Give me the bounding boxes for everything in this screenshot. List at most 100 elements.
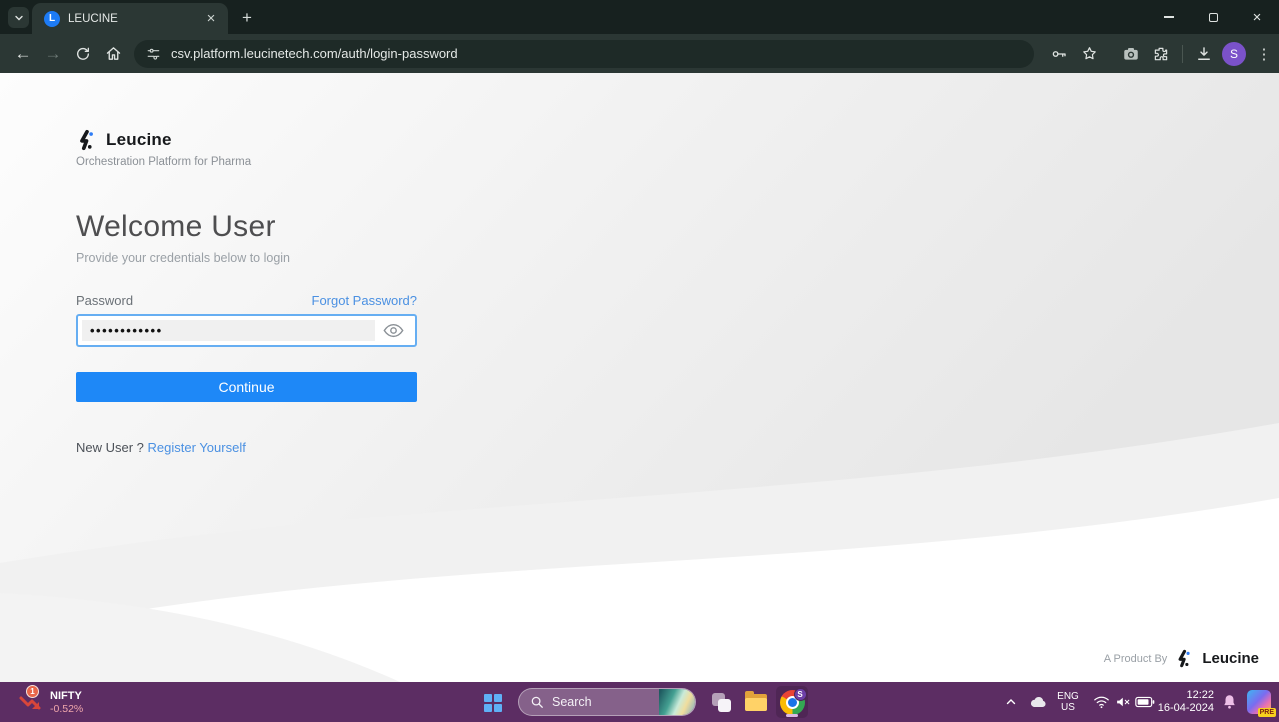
- home-icon: [105, 45, 122, 62]
- tab-close-icon[interactable]: ×: [202, 10, 220, 28]
- forward-arrow-icon: →: [45, 44, 62, 64]
- chrome-icon: S: [780, 690, 805, 715]
- password-label-row: Password Forgot Password?: [76, 293, 417, 308]
- register-link[interactable]: Register Yourself: [148, 440, 246, 455]
- chevron-up-icon: [1005, 696, 1017, 708]
- browser-tab-leucine[interactable]: L LEUCINE ×: [32, 3, 228, 34]
- wifi-tray-button[interactable]: [1090, 682, 1112, 722]
- bookmark-button[interactable]: [1074, 39, 1104, 69]
- footer-brand-name: Leucine: [1202, 650, 1259, 667]
- back-button[interactable]: ←: [8, 39, 38, 69]
- brand-name: Leucine: [106, 130, 172, 150]
- folder-icon: [745, 694, 767, 711]
- tray-time: 12:22: [1186, 689, 1214, 702]
- footer-prefix: A Product By: [1104, 653, 1168, 665]
- forgot-password-link[interactable]: Forgot Password?: [312, 293, 418, 308]
- window-minimize-button[interactable]: [1147, 0, 1191, 34]
- speaker-muted-icon: [1115, 695, 1132, 709]
- forward-button[interactable]: →: [38, 39, 68, 69]
- continue-button[interactable]: Continue: [76, 372, 417, 402]
- search-highlight-image: [659, 689, 695, 715]
- password-masked-value: ••••••••••••: [90, 324, 163, 337]
- puzzle-icon: [1152, 45, 1170, 63]
- page-title: Welcome User: [76, 210, 417, 244]
- downloads-button[interactable]: [1189, 39, 1219, 69]
- password-visibility-toggle[interactable]: [375, 323, 411, 338]
- profile-avatar: S: [1222, 42, 1246, 66]
- key-icon: [1050, 45, 1068, 63]
- chevron-down-icon: [14, 13, 24, 23]
- tray-date: 16-04-2024: [1158, 702, 1214, 715]
- password-input[interactable]: ••••••••••••: [76, 314, 417, 347]
- language-switcher[interactable]: ENG US: [1053, 682, 1083, 722]
- home-button[interactable]: [98, 39, 128, 69]
- address-bar[interactable]: csv.platform.leucinetech.com/auth/login-…: [134, 40, 1034, 68]
- task-view-icon: [712, 693, 731, 712]
- window-restore-button[interactable]: [1191, 0, 1235, 34]
- stock-change: -0.52%: [50, 703, 83, 715]
- browser-titlebar: L LEUCINE × + ×: [0, 0, 1279, 34]
- wifi-icon: [1093, 695, 1110, 709]
- download-icon: [1195, 45, 1213, 63]
- tab-title: LEUCINE: [68, 13, 202, 25]
- password-manager-button[interactable]: [1044, 39, 1074, 69]
- star-icon: [1081, 45, 1098, 62]
- password-label: Password: [76, 293, 133, 308]
- stock-symbol: NIFTY: [50, 690, 83, 703]
- page-subtitle: Provide your credentials below to login: [76, 251, 417, 265]
- eye-icon: [383, 323, 404, 338]
- notification-center-button[interactable]: [1218, 682, 1240, 722]
- profile-button[interactable]: S: [1219, 39, 1249, 69]
- url-text: csv.platform.leucinetech.com/auth/login-…: [171, 46, 458, 61]
- language-line1: ENG: [1057, 691, 1079, 702]
- camera-icon: [1122, 45, 1140, 63]
- windows-logo-icon: [484, 694, 502, 712]
- start-button[interactable]: [480, 690, 506, 716]
- extensions-button[interactable]: [1146, 39, 1176, 69]
- browser-menu-button[interactable]: ⋮: [1249, 39, 1279, 69]
- taskbar-search[interactable]: Search: [518, 688, 696, 716]
- file-explorer-button[interactable]: [740, 686, 772, 718]
- reload-button[interactable]: [68, 39, 98, 69]
- cloud-icon: [1028, 694, 1048, 710]
- stock-widget-text: NIFTY -0.52%: [50, 690, 83, 715]
- copilot-preview-button[interactable]: PRE: [1244, 682, 1274, 722]
- screenshot-extension-button[interactable]: [1116, 39, 1146, 69]
- leucine-favicon-icon: L: [44, 11, 60, 27]
- window-controls: ×: [1147, 0, 1279, 34]
- leucine-logo-icon: [76, 129, 98, 151]
- close-icon: ×: [1253, 10, 1262, 25]
- bell-icon: [1222, 694, 1237, 710]
- brand-header: Leucine: [76, 129, 417, 151]
- new-user-row: New User ? Register Yourself: [76, 440, 417, 455]
- stock-chart-icon: 1: [18, 689, 44, 715]
- tab-search-button[interactable]: [8, 7, 29, 28]
- back-arrow-icon: ←: [15, 44, 32, 64]
- stock-widget[interactable]: 1 NIFTY -0.52%: [10, 682, 91, 722]
- chrome-taskbar-button[interactable]: S: [776, 686, 808, 718]
- browser-toolbar: ← → csv.platform.leucinetech.com/auth/lo…: [0, 34, 1279, 73]
- task-view-button[interactable]: [705, 686, 737, 718]
- search-placeholder: Search: [552, 695, 659, 709]
- new-user-text: New User ?: [76, 440, 144, 455]
- chrome-profile-badge: S: [794, 688, 807, 701]
- window-close-button[interactable]: ×: [1235, 0, 1279, 34]
- windows-taskbar: 1 NIFTY -0.52% Search: [0, 682, 1279, 722]
- new-tab-button[interactable]: +: [236, 7, 258, 29]
- tray-overflow-button[interactable]: [1000, 682, 1022, 722]
- screen: L LEUCINE × + × ← →: [0, 0, 1279, 722]
- notification-badge: 1: [26, 685, 39, 698]
- copilot-preview-badge: PRE: [1258, 708, 1276, 717]
- reload-icon: [75, 46, 91, 62]
- password-input-fill[interactable]: ••••••••••••: [82, 320, 375, 341]
- volume-tray-button[interactable]: [1112, 682, 1134, 722]
- search-icon: [530, 695, 544, 709]
- onedrive-tray-button[interactable]: [1026, 682, 1050, 722]
- toolbar-divider: [1182, 45, 1183, 63]
- site-settings-icon[interactable]: [146, 46, 161, 61]
- page-footer: A Product By Leucine: [1104, 649, 1259, 668]
- minimize-icon: [1164, 16, 1174, 17]
- brand-tagline: Orchestration Platform for Pharma: [76, 156, 417, 168]
- login-form-container: Leucine Orchestration Platform for Pharm…: [76, 129, 417, 455]
- clock-tray[interactable]: 12:22 16-04-2024: [1152, 682, 1214, 722]
